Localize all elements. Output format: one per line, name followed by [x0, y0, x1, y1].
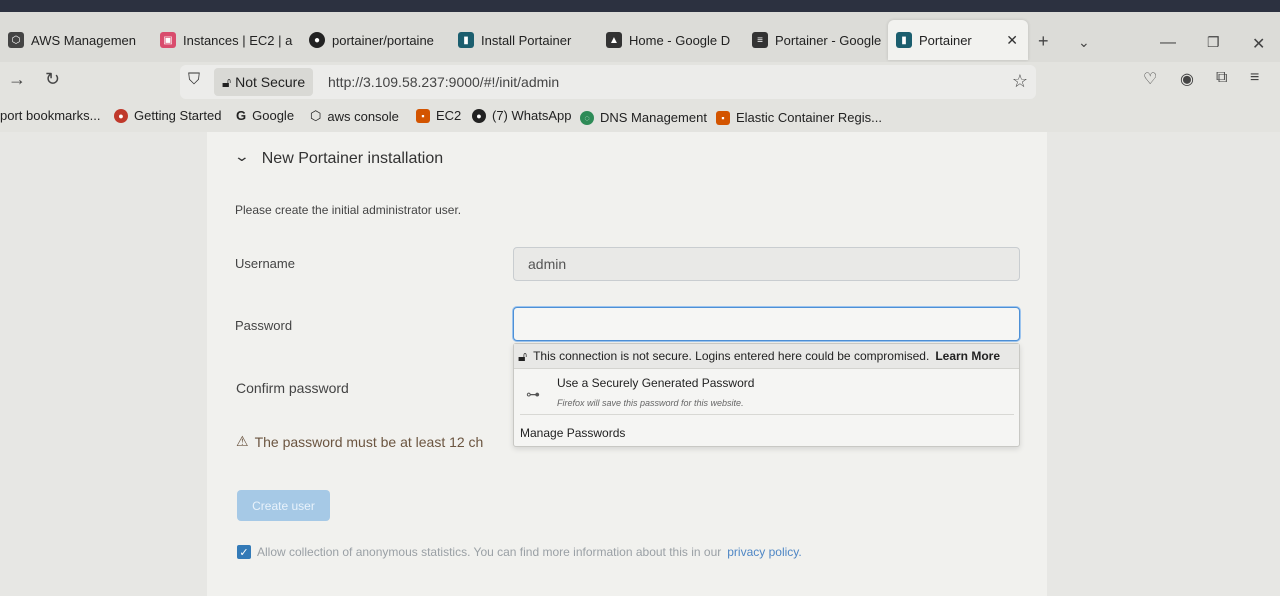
- learn-more-link[interactable]: Learn More: [935, 349, 1000, 363]
- dns-icon: ◌: [580, 110, 594, 125]
- minimize-icon[interactable]: —: [1160, 34, 1176, 52]
- tab-portainer-active[interactable]: ▮ Portainer ✕: [888, 20, 1028, 60]
- tab-aws[interactable]: ⬡ AWS Managemen: [0, 20, 150, 60]
- statistics-text: Allow collection of anonymous statistics…: [257, 545, 722, 559]
- lock-warning-icon: 🔓︎: [222, 73, 232, 90]
- privacy-policy-link[interactable]: privacy policy.: [727, 545, 801, 559]
- tab-label: Portainer: [919, 32, 972, 48]
- tab-google-docs[interactable]: ≡ Portainer - Google: [744, 20, 884, 60]
- bookmark-label: DNS Management: [600, 110, 707, 125]
- portainer-icon: ▮: [458, 32, 474, 48]
- tab-install-portainer[interactable]: ▮ Install Portainer: [450, 20, 595, 60]
- tab-label: portainer/portaine: [332, 32, 434, 48]
- window-top-strip: [0, 0, 1280, 12]
- new-tab-icon[interactable]: +: [1038, 31, 1049, 52]
- menu-icon[interactable]: ≡: [1250, 69, 1259, 87]
- close-window-icon[interactable]: ✕: [1252, 34, 1265, 54]
- github-icon: ●: [309, 32, 325, 48]
- password-label: Password: [235, 318, 293, 333]
- tab-label: Instances | EC2 | a: [183, 32, 293, 48]
- generate-password-subtitle: Firefox will save this password for this…: [557, 398, 744, 408]
- aws-icon: ⬡: [310, 108, 322, 123]
- tab-label: Portainer - Google: [775, 32, 882, 48]
- chevron-down-icon: ⌄: [233, 147, 251, 164]
- statistics-option: ✓ Allow collection of anonymous statisti…: [237, 545, 802, 559]
- portainer-icon: ▮: [896, 32, 912, 48]
- whatsapp-icon: ●: [472, 108, 486, 123]
- ecr-icon: ▪: [716, 110, 730, 125]
- insecure-lock-icon: 🔓︎: [518, 347, 528, 364]
- password-autocomplete-popup: 🔓︎ This connection is not secure. Logins…: [513, 343, 1020, 447]
- forward-icon[interactable]: →: [8, 69, 26, 90]
- username-label: Username: [235, 256, 295, 271]
- intro-text: Please create the initial administrator …: [235, 203, 462, 217]
- tab-label: AWS Managemen: [31, 32, 137, 48]
- shield-icon[interactable]: ⛉: [188, 71, 200, 89]
- firefox-icon: ●: [114, 108, 128, 123]
- bookmarks-toolbar: port bookmarks... ● Getting Started G Go…: [0, 102, 1280, 132]
- bookmark-label: port bookmarks...: [0, 108, 101, 123]
- tab-label: Install Portainer: [481, 32, 572, 48]
- list-tabs-icon[interactable]: ⌄: [1078, 34, 1090, 51]
- bookmark-label: EC2: [436, 108, 462, 123]
- key-icon: ⊶: [526, 386, 540, 402]
- insecure-warning-text: This connection is not secure. Logins en…: [533, 349, 930, 363]
- navigation-bar: → ↻ ⛉ 🔓︎ Not Secure http://3.109.58.237:…: [0, 62, 1280, 102]
- ec2-icon: ▪: [416, 108, 430, 123]
- page-title: New Portainer installation: [261, 150, 444, 167]
- bookmark-import[interactable]: port bookmarks...: [0, 108, 100, 123]
- warning-triangle-icon: ⚠: [236, 433, 249, 449]
- bookmark-google[interactable]: G Google: [236, 108, 294, 123]
- google-docs-icon: ≡: [752, 32, 768, 48]
- google-icon: G: [236, 108, 247, 123]
- bookmark-whatsapp[interactable]: ● (7) WhatsApp: [472, 108, 571, 123]
- pocket-icon[interactable]: ♡: [1143, 69, 1157, 89]
- tab-bar: ⬡ AWS Managemen ▣ Instances | EC2 | a ● …: [0, 12, 1280, 62]
- password-length-warning: ⚠ The password must be at least 12 ch: [236, 433, 512, 450]
- create-user-button[interactable]: Create user: [237, 490, 330, 521]
- not-secure-badge[interactable]: 🔓︎ Not Secure: [214, 68, 314, 96]
- bookmark-label: (7) WhatsApp: [492, 108, 572, 123]
- warning-text: The password must be at least 12 ch: [254, 433, 484, 450]
- generate-password-title: Use a Securely Generated Password: [557, 376, 755, 390]
- tab-ec2[interactable]: ▣ Instances | EC2 | a: [152, 20, 297, 60]
- bookmark-ecr[interactable]: ▪ Elastic Container Regis...: [716, 110, 882, 125]
- bookmark-label: Getting Started: [134, 108, 222, 123]
- tab-github[interactable]: ● portainer/portaine: [301, 20, 446, 60]
- password-input[interactable]: [513, 307, 1020, 341]
- username-input[interactable]: admin: [513, 247, 1020, 281]
- bookmark-ec2[interactable]: ▪ EC2: [416, 108, 461, 123]
- section-header[interactable]: ⌄ New Portainer installation: [233, 147, 444, 168]
- google-drive-icon: ▲: [606, 32, 622, 48]
- close-tab-icon[interactable]: ✕: [1006, 32, 1018, 49]
- confirm-password-label: Confirm password: [236, 380, 349, 396]
- bookmark-label: Elastic Container Regis...: [736, 110, 882, 125]
- aws-icon: ⬡: [8, 32, 24, 48]
- account-icon[interactable]: ◉: [1180, 69, 1194, 89]
- bookmark-star-icon[interactable]: ☆: [1012, 71, 1028, 92]
- bookmark-aws-console[interactable]: ⬡ aws console: [310, 108, 399, 124]
- bookmark-getting-started[interactable]: ● Getting Started: [114, 108, 221, 123]
- not-secure-label: Not Secure: [235, 74, 306, 90]
- address-bar[interactable]: ⛉ 🔓︎ Not Secure http://3.109.58.237:9000…: [180, 65, 1036, 99]
- popup-divider: [520, 414, 1014, 415]
- username-value: admin: [528, 256, 567, 272]
- statistics-checkbox[interactable]: ✓: [237, 545, 251, 559]
- ec2-icon: ▣: [160, 32, 176, 48]
- extensions-icon[interactable]: ⧉: [1216, 69, 1227, 87]
- reload-icon[interactable]: ↻: [45, 69, 60, 90]
- bookmark-label: aws console: [327, 108, 399, 124]
- url-text[interactable]: http://3.109.58.237:9000/#!/init/admin: [328, 74, 559, 90]
- bookmark-dns-management[interactable]: ◌ DNS Management: [580, 110, 707, 125]
- manage-passwords-item[interactable]: Manage Passwords: [520, 426, 625, 440]
- bookmark-label: Google: [252, 108, 295, 123]
- tab-google-drive[interactable]: ▲ Home - Google D: [598, 20, 743, 60]
- tab-label: Home - Google D: [629, 32, 731, 48]
- restore-icon[interactable]: ❐: [1207, 34, 1220, 51]
- insecure-login-warning[interactable]: 🔓︎ This connection is not secure. Logins…: [514, 344, 1019, 369]
